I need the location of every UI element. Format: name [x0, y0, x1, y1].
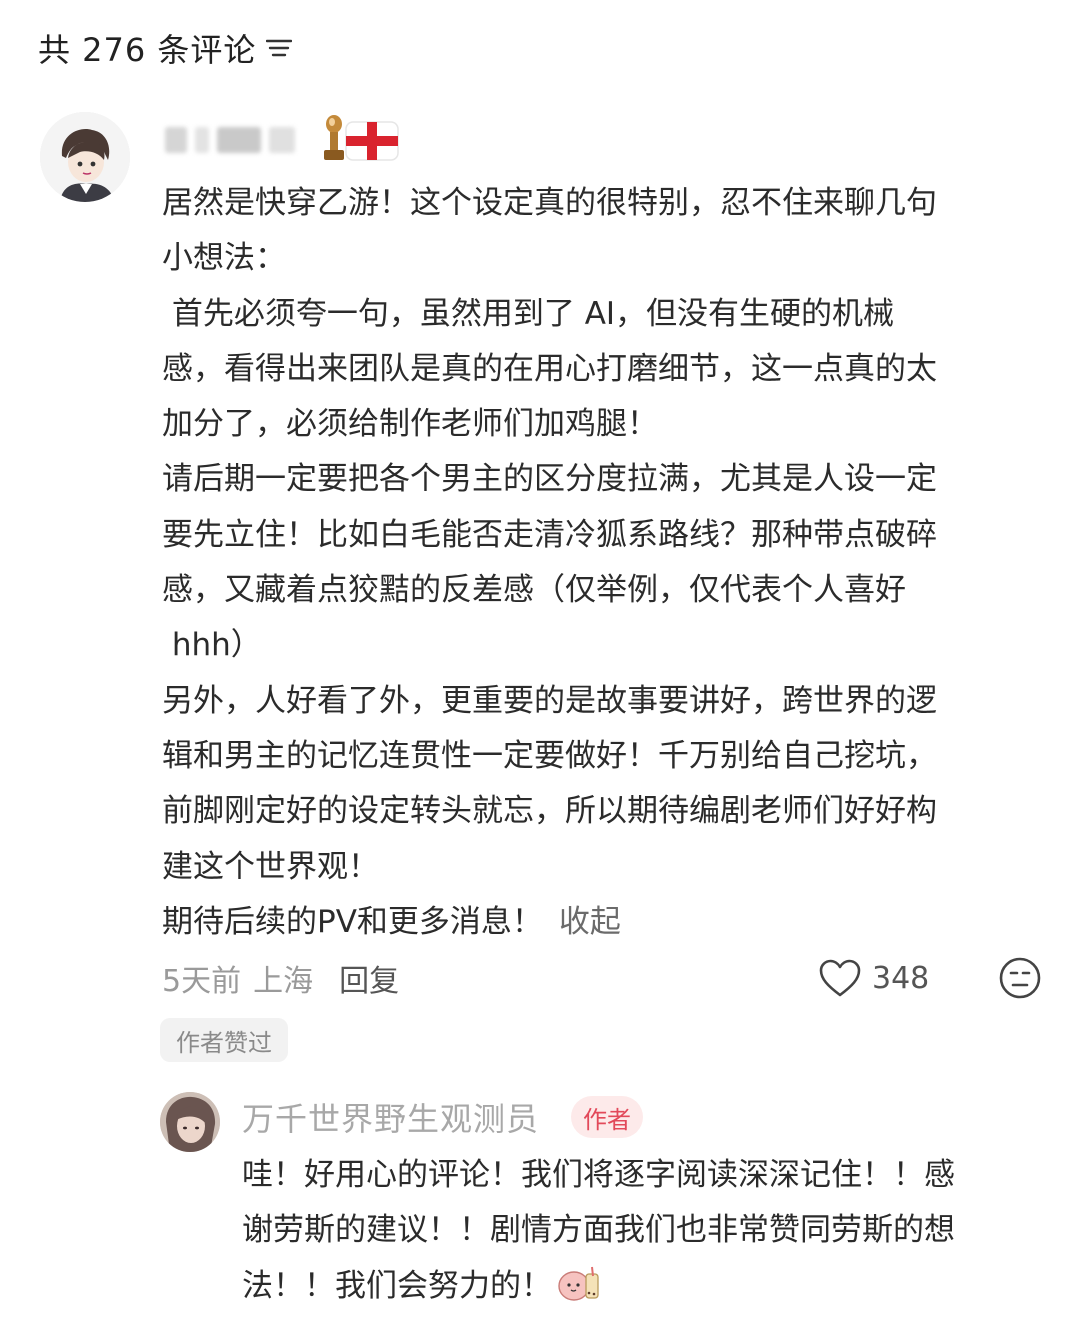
- commenter-badges: [318, 110, 404, 170]
- cartoon-boy-avatar-icon: [40, 112, 130, 202]
- comment-line: 辑和男主的记忆连贯性一定要做好！千万别给自己挖坑，: [162, 737, 937, 774]
- comment-line: 期待后续的PV和更多消息！: [162, 903, 543, 940]
- reply-author-name[interactable]: 万千世界野生观测员: [242, 1094, 539, 1140]
- commenter-username-redacted[interactable]: [165, 118, 305, 162]
- reply-line: 谢劳斯的建议！！剧情方面我们也非常赞同劳斯的想: [242, 1212, 955, 1249]
- comment-location: 上海: [253, 964, 314, 999]
- comment-text: 居然是快穿乙游！这个设定真的很特别，忍不住来聊几句 小想法： 首先必须夸一句，虽…: [162, 176, 1042, 950]
- anime-character-avatar-icon: [160, 1092, 220, 1152]
- comment-line: 小想法：: [162, 240, 286, 277]
- comment-time: 5天前: [162, 964, 242, 999]
- emoji-reaction-button[interactable]: [998, 956, 1042, 1000]
- comment-line: 建这个世界观！: [162, 848, 379, 885]
- comment-count-title: 共 276 条评论: [38, 31, 257, 69]
- comment-line: 首先必须夸一句，虽然用到了 AI，但没有生硬的机械: [162, 295, 895, 332]
- comment-last-line: 期待后续的PV和更多消息！ 收起: [162, 895, 1042, 950]
- comment-line: 居然是快穿乙游！这个设定真的很特别，忍不住来聊几句: [162, 185, 937, 221]
- comments-header: 共 276 条评论: [38, 26, 293, 70]
- reply-button[interactable]: 回复: [339, 956, 399, 1000]
- reply-author-avatar[interactable]: [160, 1092, 220, 1152]
- reply-line: 法！！我们会努力的！: [242, 1267, 552, 1304]
- comment-meta-row: 5天前 上海 回复 348: [162, 952, 1042, 1004]
- like-count: 348: [872, 960, 930, 996]
- commenter-avatar[interactable]: [40, 112, 130, 202]
- reply-last-line: 法！！我们会努力的！: [242, 1259, 1042, 1314]
- comment-line: 感，又藏着点狡黠的反差感（仅举例，仅代表个人喜好: [162, 572, 906, 609]
- comment-line: 前脚刚定好的设定转头就忘，所以期待编剧老师们好好构: [162, 793, 937, 830]
- sort-lines-icon[interactable]: [266, 38, 293, 58]
- comment-line: 感，看得出来团队是真的在用心打磨细节，这一点真的太: [162, 350, 937, 387]
- trophy-icon: [324, 115, 344, 160]
- comment-line: 另外，人好看了外，更重要的是故事要讲好，跨世界的逻: [162, 682, 937, 719]
- england-flag-icon: [345, 121, 399, 161]
- comment-line: 要先立住！比如白毛能否走清冷狐系路线？那种带点破碎: [162, 516, 937, 553]
- reply-text: 哇！好用心的评论！我们将逐字阅读深深记住！！感 谢劳斯的建议！！剧情方面我们也非…: [242, 1148, 1042, 1314]
- comment-line: 加分了，必须给制作老师们加鸡腿！: [162, 406, 658, 443]
- neutral-face-icon: [999, 957, 1041, 999]
- author-tag: 作者: [571, 1096, 643, 1138]
- collapse-link[interactable]: 收起: [559, 904, 621, 940]
- reply-line: 哇！好用心的评论！我们将逐字阅读深深记住！！感: [242, 1157, 955, 1193]
- peach-drink-sticker-icon: [556, 1264, 602, 1304]
- liked-by-author-badge: 作者赞过: [160, 1018, 288, 1062]
- heart-icon: [819, 959, 861, 997]
- comment-line: 请后期一定要把各个男主的区分度拉满，尤其是人设一定: [162, 461, 937, 498]
- like-button[interactable]: 348: [818, 952, 929, 1004]
- comment-line: hhh）: [162, 627, 262, 664]
